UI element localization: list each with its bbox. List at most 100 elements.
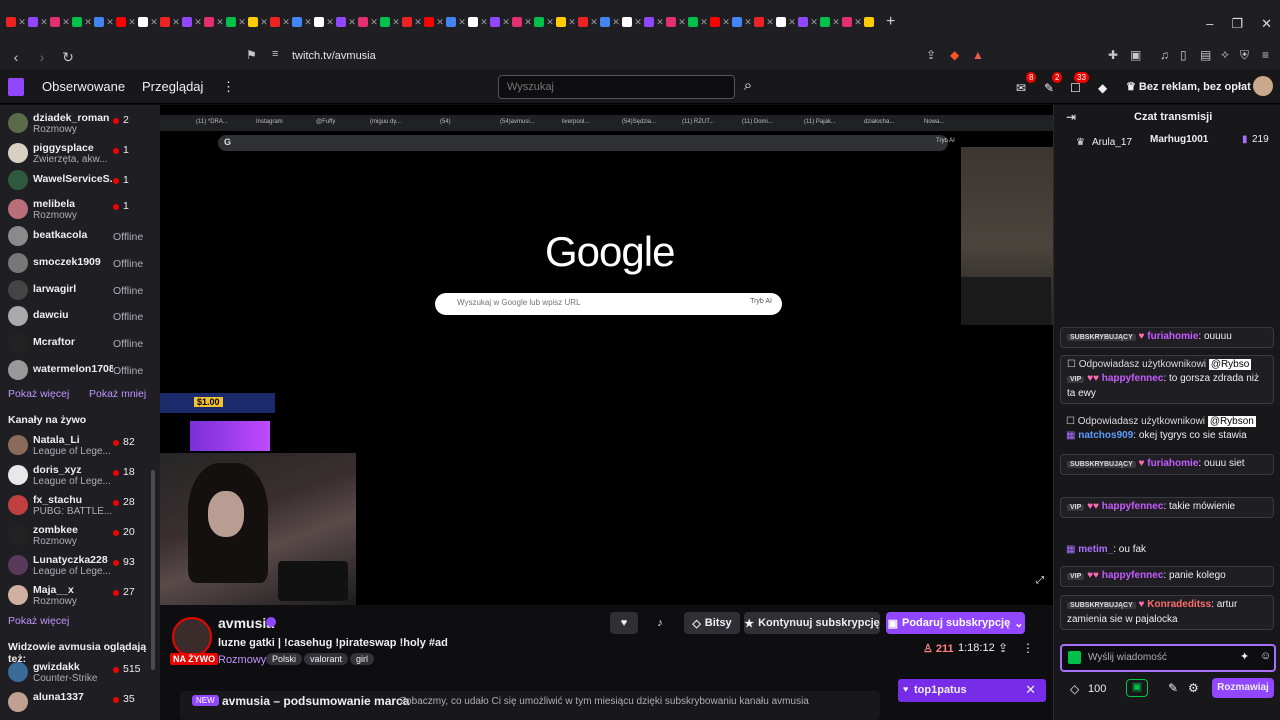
sidebar-channel-wawelservice[interactable]: WawelServiceS... 1 — [0, 167, 152, 193]
browser-tab[interactable] — [270, 17, 280, 27]
tab-close-icon[interactable]: ✕ — [348, 17, 356, 28]
sidebar-channel-dziadek_roman[interactable]: dziadek_roman Rozmowy 2 — [0, 110, 152, 136]
chat-username[interactable]: happyfennec — [1102, 570, 1164, 581]
back-arrow-icon[interactable]: ‹ — [6, 49, 26, 65]
browser-tab[interactable] — [842, 17, 852, 27]
tag[interactable]: valorant — [304, 653, 349, 665]
sidebar-channel-larwagirl[interactable]: larwagirl Offline — [0, 277, 152, 303]
tag[interactable]: girl — [350, 653, 375, 665]
address-bar[interactable]: twitch.tv/avmusia — [292, 50, 376, 62]
stream-category[interactable]: Rozmowy — [218, 654, 266, 666]
gift-sub-button[interactable]: ▣ Podaruj subskrypcję ⌄ — [886, 612, 1025, 634]
tab-close-icon[interactable]: ✕ — [480, 17, 488, 28]
browser-tab[interactable] — [358, 17, 368, 27]
wallet-icon[interactable]: ▤ — [1200, 48, 1211, 62]
browser-tab[interactable] — [688, 17, 698, 27]
browser-tab[interactable] — [490, 17, 500, 27]
music-icon[interactable]: ♫ — [1160, 48, 1169, 62]
tab-close-icon[interactable]: ✕ — [700, 17, 708, 28]
extensions-icon[interactable]: ✚ — [1108, 48, 1118, 62]
video-player[interactable]: (11) *DRA... Instagram @Fuffy (miguu dy.… — [160, 105, 1053, 605]
user-avatar[interactable] — [1253, 76, 1273, 96]
tab-close-icon[interactable]: ✕ — [392, 17, 400, 28]
close-window-button[interactable]: ✕ — [1261, 16, 1272, 32]
streamer-avatar[interactable] — [172, 617, 212, 657]
reload-icon[interactable]: ↻ — [58, 49, 78, 66]
gift-toast[interactable]: ♥ top1patus ✕ — [898, 679, 1046, 702]
tab-close-icon[interactable]: ✕ — [84, 17, 92, 28]
browser-tab[interactable] — [710, 17, 720, 27]
browser-tab[interactable] — [94, 17, 104, 27]
browser-tab[interactable] — [468, 17, 478, 27]
browser-tab[interactable] — [116, 17, 126, 27]
show-more-link-live[interactable]: Pokaż więcej — [8, 615, 69, 627]
browser-tab[interactable] — [600, 17, 610, 27]
browser-tab[interactable] — [798, 17, 808, 27]
tab-close-icon[interactable]: ✕ — [304, 17, 312, 28]
turbo-promo[interactable]: ♛ Bez reklam, bez opłat — [1126, 80, 1251, 93]
sidebar-channel-piggysplace[interactable]: piggysplace Zwierzęta, akw... 1 — [0, 140, 152, 166]
tab-close-icon[interactable]: ✕ — [18, 17, 26, 28]
browser-tab[interactable] — [336, 17, 346, 27]
emote-icon[interactable] — [1068, 651, 1081, 664]
whispers-icon[interactable]: ✎ — [1044, 81, 1054, 95]
browser-tab[interactable] — [622, 17, 632, 27]
chat-username[interactable]: furiahomie — [1147, 458, 1198, 469]
tab-close-icon[interactable]: ✕ — [150, 17, 158, 28]
tab-close-icon[interactable]: ✕ — [634, 17, 642, 28]
chat-username[interactable]: happyfennec — [1102, 373, 1164, 384]
tab-close-icon[interactable]: ✕ — [128, 17, 136, 28]
share-icon[interactable]: ⇪ — [926, 48, 936, 62]
sidebar-channel-natala_li[interactable]: Natala_Li League of Lege... 82 — [0, 432, 152, 458]
bookmark-icon[interactable]: ⚑ — [246, 48, 257, 62]
close-icon[interactable]: ✕ — [1025, 682, 1036, 698]
browser-tab[interactable] — [50, 17, 60, 27]
tab-close-icon[interactable]: ✕ — [766, 17, 774, 28]
sidebar-channel-smoczek1909[interactable]: smoczek1909 Offline — [0, 250, 152, 276]
tab-close-icon[interactable]: ✕ — [282, 17, 290, 28]
minimize-button[interactable]: – — [1206, 16, 1213, 32]
ai-icon[interactable]: ✧ — [1220, 48, 1230, 62]
browser-tab[interactable] — [204, 17, 214, 27]
browser-tab[interactable] — [864, 17, 874, 27]
tab-close-icon[interactable]: ✕ — [502, 17, 510, 28]
sub-recap-banner[interactable]: NEW avmusia – podsumowanie marca Zobaczm… — [180, 691, 880, 720]
tab-close-icon[interactable]: ✕ — [414, 17, 422, 28]
emoji-icon[interactable]: ☺ — [1260, 650, 1271, 662]
tab-close-icon[interactable]: ✕ — [590, 17, 598, 28]
tab-close-icon[interactable]: ✕ — [370, 17, 378, 28]
tab-close-icon[interactable]: ✕ — [744, 17, 752, 28]
tab-close-icon[interactable]: ✕ — [172, 17, 180, 28]
sidebar-channel-melibela[interactable]: melibela Rozmowy 1 — [0, 196, 152, 222]
show-more-link[interactable]: Pokaż więcej — [8, 388, 69, 400]
browser-tab[interactable] — [226, 17, 236, 27]
browser-tab[interactable] — [732, 17, 742, 27]
maximize-button[interactable]: ❐ — [1231, 16, 1243, 32]
follow-heart-button[interactable]: ♥ — [610, 612, 638, 634]
chat-send-button[interactable]: Rozmawiaj — [1212, 678, 1274, 698]
chat-input[interactable]: Wyślij wiadomość ✦ ☺ — [1060, 644, 1276, 672]
browser-tab[interactable] — [644, 17, 654, 27]
tab-close-icon[interactable]: ✕ — [568, 17, 576, 28]
browser-tab[interactable] — [578, 17, 588, 27]
browser-tab[interactable] — [248, 17, 258, 27]
chat-username[interactable]: happyfennec — [1102, 501, 1164, 512]
more-menu-icon[interactable]: ⋮ — [222, 79, 235, 95]
share-icon[interactable]: ⇪ — [998, 641, 1008, 655]
channel-points-icon[interactable]: ◇ — [1070, 682, 1079, 696]
tab-close-icon[interactable]: ✕ — [40, 17, 48, 28]
sidebar-channel-fx_stachu[interactable]: fx_stachu PUBG: BATTLE... 28 — [0, 492, 152, 518]
search-icon[interactable]: ⌕ — [736, 75, 760, 99]
browser-tab[interactable] — [776, 17, 786, 27]
vpn-icon[interactable]: ⛨ — [1240, 48, 1249, 63]
tab-close-icon[interactable]: ✕ — [106, 17, 114, 28]
sidebar-channel-gwizdakk[interactable]: gwizdakk Counter-Strike 515 — [0, 659, 152, 685]
tab-close-icon[interactable]: ✕ — [546, 17, 554, 28]
browser-tab[interactable] — [820, 17, 830, 27]
menu-icon[interactable]: ≡ — [1262, 48, 1269, 62]
tab-close-icon[interactable]: ✕ — [678, 17, 686, 28]
browser-tab[interactable] — [424, 17, 434, 27]
tab-close-icon[interactable]: ✕ — [832, 17, 840, 28]
browser-tab[interactable] — [380, 17, 390, 27]
chat-username[interactable]: metim_ — [1078, 544, 1113, 555]
